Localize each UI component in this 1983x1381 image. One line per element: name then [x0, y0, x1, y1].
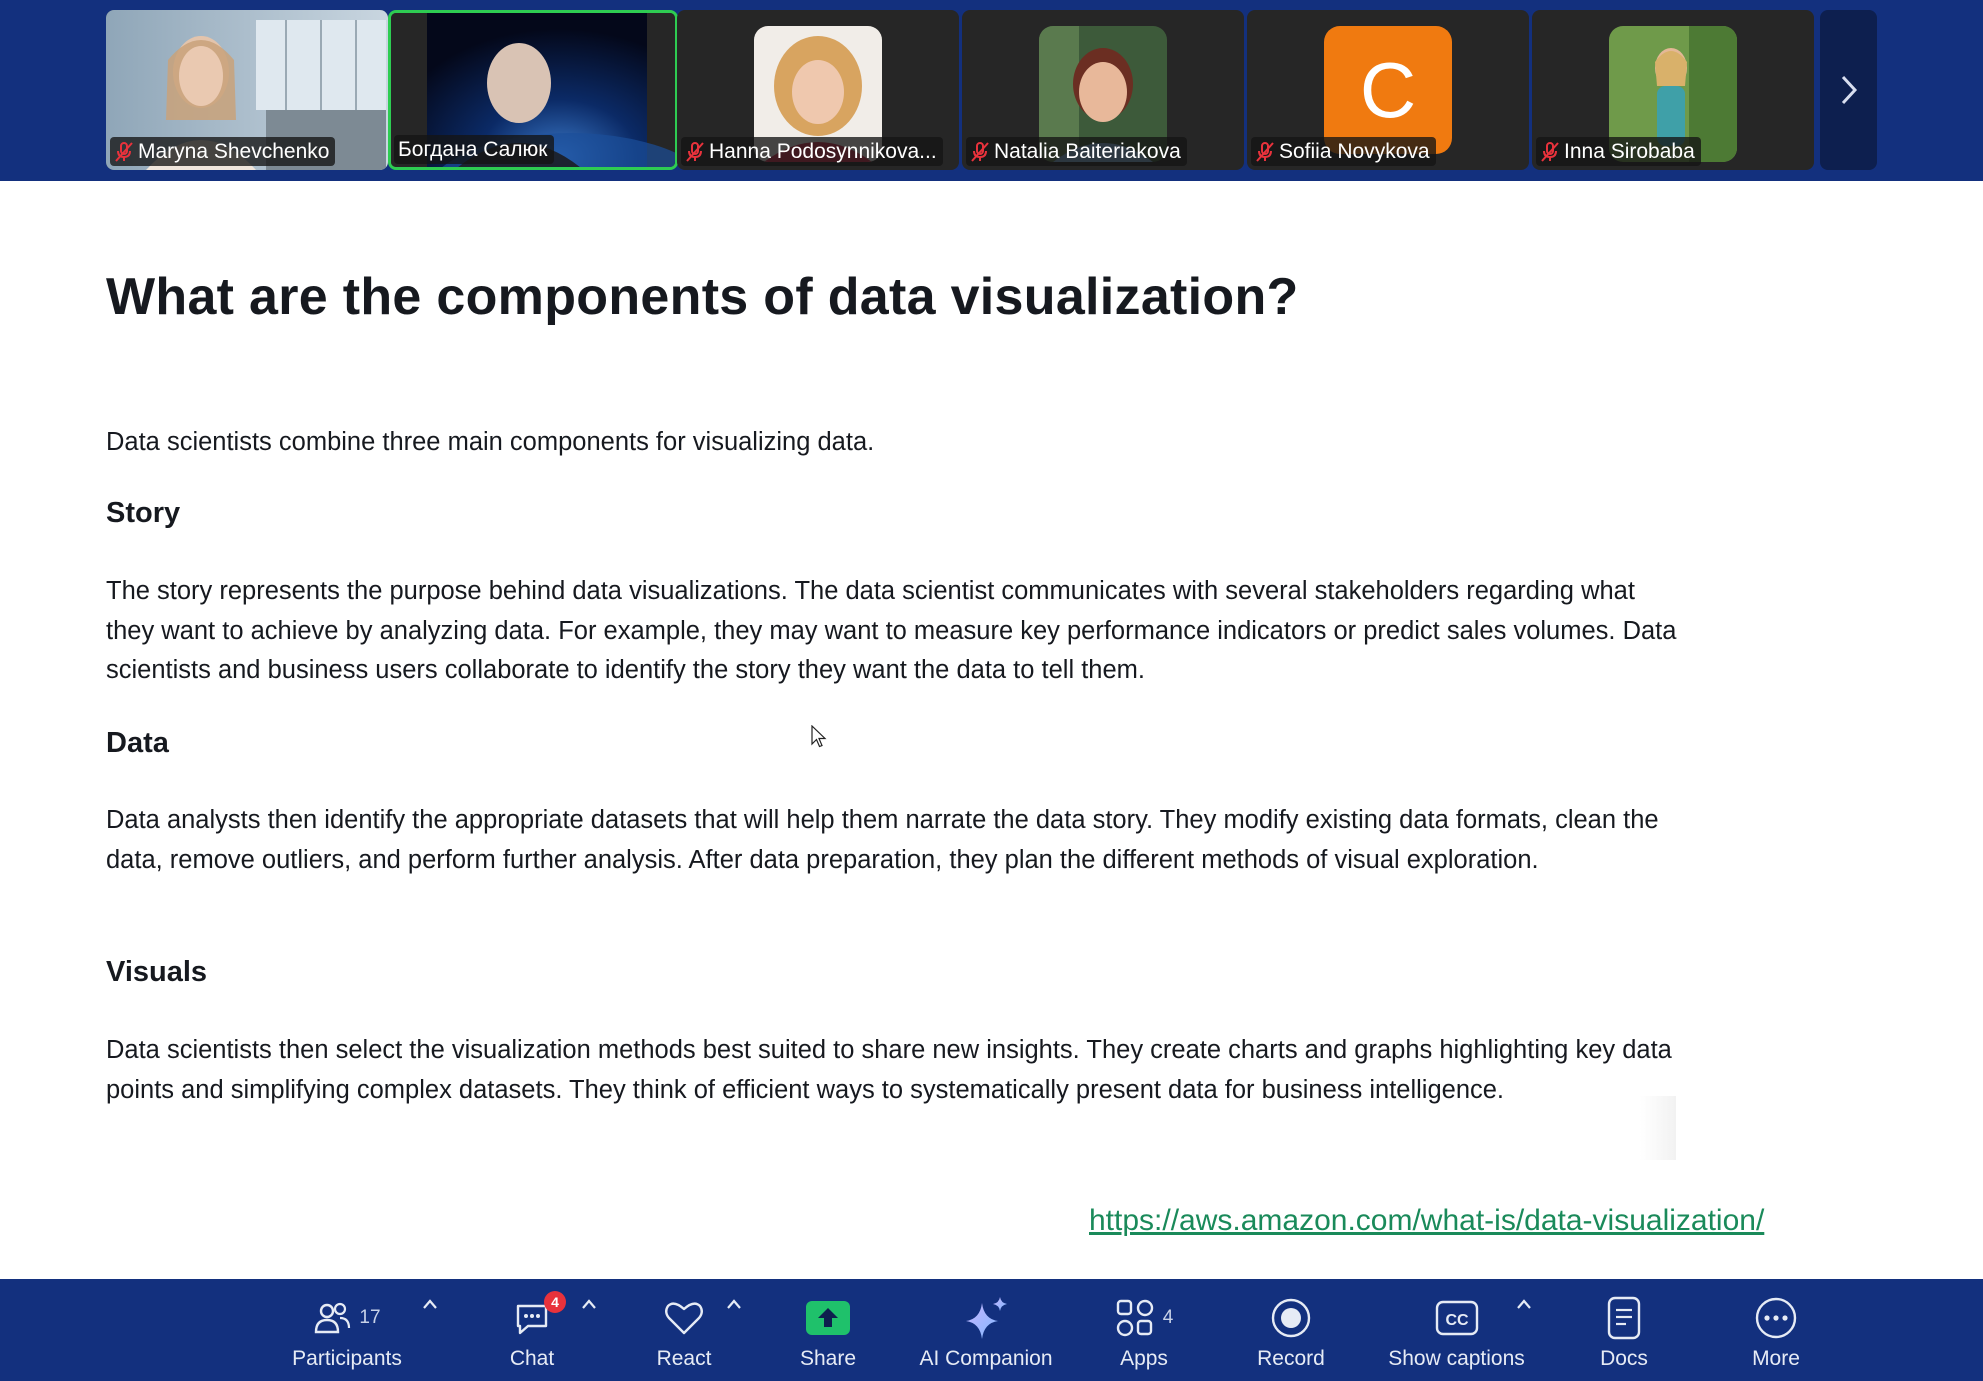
participant-name-tag: Богдана Салюк [394, 135, 554, 164]
mic-muted-icon [1541, 141, 1559, 162]
page-title: What are the components of data visualiz… [106, 268, 1299, 326]
participants-options-chevron-up-icon[interactable] [421, 1297, 439, 1311]
chat-label: Chat [509, 1347, 555, 1370]
section-body-story: The story represents the purpose behind … [106, 577, 1677, 684]
participant-name-tag: Sofiia Novykova [1251, 137, 1436, 166]
shared-screen: What are the components of data visualiz… [0, 181, 1983, 1279]
more-label: More [1752, 1347, 1800, 1370]
heart-icon [665, 1302, 703, 1335]
participant-name: Богдана Салюк [398, 138, 548, 161]
react-options-chevron-up-icon[interactable] [725, 1297, 743, 1311]
record-icon [1271, 1298, 1311, 1338]
section-heading-data: Data [106, 727, 169, 759]
captions-label: Show captions [1388, 1347, 1525, 1370]
record-label: Record [1257, 1347, 1325, 1370]
participants-icon [315, 1302, 351, 1334]
meeting-toolbar: 17 Participants 4 Chat React Share AI Co… [0, 1279, 1983, 1381]
participant-tile[interactable]: Natalia Baiteriakova [962, 10, 1244, 170]
docs-button[interactable]: Docs [1584, 1279, 1664, 1381]
unread-badge: 4 [544, 1291, 566, 1313]
more-button[interactable]: More [1736, 1279, 1816, 1381]
participant-name: Maryna Shevchenko [138, 140, 330, 163]
document-icon [1607, 1296, 1641, 1340]
scroll-shadow [1640, 1096, 1676, 1160]
participant-tile[interactable]: Hanna Podosynnikova... [677, 10, 959, 170]
more-options-icon [1755, 1297, 1797, 1339]
mic-muted-icon [115, 141, 133, 162]
share-label: Share [799, 1347, 857, 1370]
participant-strip: Maryna Shevchenko Богдана Салюк Hanna Po… [0, 0, 1983, 181]
share-screen-button[interactable]: Share [788, 1279, 868, 1381]
ai-companion-button[interactable]: AI Companion [906, 1279, 1066, 1381]
participant-name-tag: Natalia Baiteriakova [966, 137, 1187, 166]
apps-label: Apps [1120, 1347, 1168, 1370]
participant-count: 17 [359, 1307, 381, 1328]
section-heading-visuals: Visuals [106, 956, 208, 988]
next-page-button[interactable] [1820, 10, 1877, 170]
section-body-data: Data analysts then identify the appropri… [106, 806, 1659, 874]
captions-button[interactable]: CC Show captions [1378, 1279, 1535, 1381]
participant-tile-active-speaker[interactable]: Богдана Салюк [388, 10, 678, 170]
participant-name-tag: Inna Sirobaba [1536, 137, 1701, 166]
captions-options-chevron-up-icon[interactable] [1515, 1297, 1533, 1311]
section-heading-story: Story [106, 497, 181, 529]
participant-tile[interactable]: C Sofiia Novykova [1247, 10, 1529, 170]
participants-button[interactable]: 17 Participants [282, 1279, 412, 1381]
mic-muted-icon [686, 141, 704, 162]
section-body-visuals: Data scientists then select the visualiz… [106, 1036, 1672, 1104]
svg-text:CC: CC [1445, 1312, 1469, 1329]
react-label: React [656, 1347, 712, 1370]
share-screen-icon [806, 1301, 850, 1335]
record-button[interactable]: Record [1251, 1279, 1331, 1381]
mouse-cursor-icon [811, 725, 827, 748]
ai-companion-label: AI Companion [919, 1347, 1053, 1370]
participants-label: Participants [292, 1347, 402, 1370]
participant-tile[interactable]: Maryna Shevchenko [106, 10, 388, 170]
closed-captions-icon: CC [1435, 1300, 1478, 1336]
source-link[interactable]: https://aws.amazon.com/what-is/data-visu… [1089, 1204, 1764, 1238]
apps-count: 4 [1162, 1307, 1174, 1328]
chat-button[interactable]: 4 Chat [492, 1279, 572, 1381]
react-button[interactable]: React [644, 1279, 724, 1381]
docs-label: Docs [1600, 1347, 1648, 1370]
avatar: C [1324, 26, 1452, 154]
participant-tile[interactable]: Inna Sirobaba [1532, 10, 1814, 170]
chat-options-chevron-up-icon[interactable] [580, 1297, 598, 1311]
participant-name: Hanna Podosynnikova... [709, 140, 937, 163]
participant-name-tag: Hanna Podosynnikova... [681, 137, 943, 166]
mic-muted-icon [1256, 141, 1274, 162]
intro-paragraph: Data scientists combine three main compo… [106, 428, 875, 456]
participant-name-tag: Maryna Shevchenko [110, 137, 336, 166]
apps-button[interactable]: 4 Apps [1104, 1279, 1184, 1381]
sparkle-icon [966, 1297, 1007, 1339]
mic-muted-icon [971, 141, 989, 162]
participant-name: Sofiia Novykova [1279, 140, 1430, 163]
participant-name: Inna Sirobaba [1564, 140, 1695, 163]
chevron-right-icon [1841, 75, 1857, 105]
apps-icon [1116, 1299, 1153, 1337]
participant-name: Natalia Baiteriakova [994, 140, 1181, 163]
